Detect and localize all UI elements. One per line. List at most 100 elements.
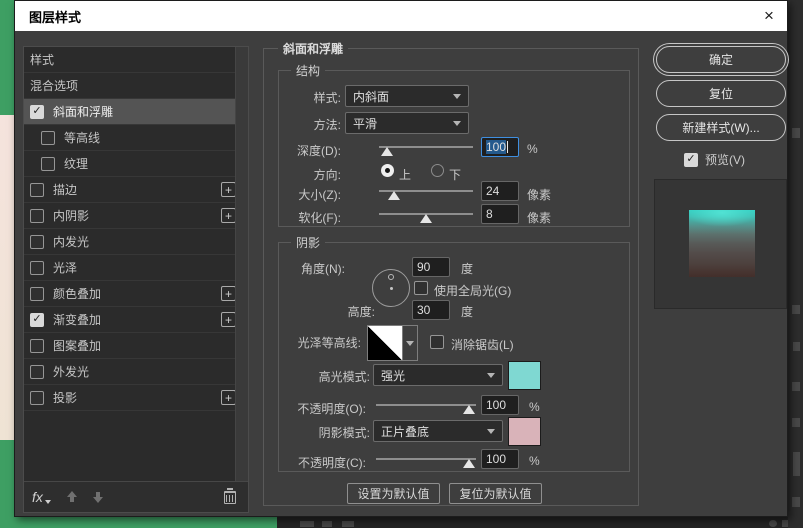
global-light-checkbox[interactable] — [414, 281, 428, 295]
antialias-checkbox[interactable] — [430, 335, 444, 349]
sidebar-footer: fx — [24, 481, 248, 512]
method-dropdown[interactable]: 平滑 — [345, 112, 469, 134]
slider-thumb[interactable] — [381, 147, 394, 156]
size-label: 大小(Z): — [298, 188, 341, 202]
slider-track[interactable] — [376, 458, 476, 460]
checkbox-unchecked-icon[interactable] — [30, 260, 44, 275]
sidebar-item-gradient-overlay[interactable]: 渐变叠加 — [24, 307, 248, 333]
opacity-o-slider[interactable] — [376, 398, 476, 414]
soften-unit: 像素 — [527, 211, 552, 225]
add-effect-icon[interactable] — [221, 312, 236, 327]
sidebar-item-outer-glow[interactable]: 外发光 — [24, 359, 248, 385]
soften-input[interactable]: 8 — [481, 204, 519, 224]
direction-down-radio[interactable] — [431, 164, 444, 177]
sidebar-item-label: 混合选项 — [30, 79, 79, 93]
checkbox-unchecked-icon[interactable] — [30, 390, 44, 405]
sidebar-item-inner-shadow[interactable]: 内阴影 — [24, 203, 248, 229]
opacity-o-unit: % — [529, 400, 540, 414]
add-effect-icon[interactable] — [221, 182, 236, 197]
checkbox-unchecked-icon[interactable] — [30, 182, 44, 197]
reset-default-button[interactable]: 复位为默认值 — [449, 483, 542, 504]
opacity-c-slider[interactable] — [376, 452, 476, 468]
preview-checkbox[interactable] — [684, 152, 698, 167]
sidebar-item-label: 描边 — [53, 183, 78, 197]
set-default-button[interactable]: 设置为默认值 — [347, 483, 440, 504]
sidebar-item-bevel-emboss[interactable]: 斜面和浮雕 — [24, 99, 248, 125]
shadow-mode-dropdown[interactable]: 正片叠底 — [373, 420, 503, 442]
size-input[interactable]: 24 — [481, 181, 519, 201]
sidebar-item-color-overlay[interactable]: 颜色叠加 — [24, 281, 248, 307]
shadow-color-swatch[interactable] — [508, 417, 541, 446]
fx-menu-button[interactable]: fx — [32, 489, 51, 505]
altitude-input[interactable]: 30 — [412, 300, 450, 320]
slider-thumb[interactable] — [388, 191, 401, 200]
checkbox-unchecked-icon[interactable] — [30, 364, 44, 379]
checkbox-unchecked-icon[interactable] — [41, 156, 55, 171]
slider-track[interactable] — [376, 404, 476, 406]
angle-unit: 度 — [461, 262, 474, 276]
checkbox-checked-icon[interactable] — [30, 104, 44, 119]
angle-dial[interactable] — [372, 269, 410, 307]
move-effect-up-icon[interactable] — [66, 491, 77, 503]
checkbox-unchecked-icon[interactable] — [30, 286, 44, 301]
sidebar-item-label: 等高线 — [64, 131, 101, 145]
sidebar-item-stroke[interactable]: 描边 — [24, 177, 248, 203]
opacity-o-input[interactable]: 100 — [481, 395, 519, 415]
add-effect-icon[interactable] — [221, 286, 236, 301]
sidebar-item-inner-glow[interactable]: 内发光 — [24, 229, 248, 255]
opacity-c-input[interactable]: 100 — [481, 449, 519, 469]
angle-input-value: 90 — [417, 260, 431, 274]
sidebar-item-label: 渐变叠加 — [53, 313, 102, 327]
highlight-color-swatch[interactable] — [508, 361, 541, 390]
sidebar-item-label: 光泽 — [53, 261, 78, 275]
add-effect-icon[interactable] — [221, 208, 236, 223]
direction-up-label: 上 — [399, 168, 412, 182]
sidebar-item-pattern-overlay[interactable]: 图案叠加 — [24, 333, 248, 359]
sidebar-item-satin[interactable]: 光泽 — [24, 255, 248, 281]
checkbox-unchecked-icon[interactable] — [30, 208, 44, 223]
sidebar-item-label: 斜面和浮雕 — [53, 105, 114, 119]
checkbox-unchecked-icon[interactable] — [30, 234, 44, 249]
direction-up-radio[interactable] — [381, 164, 394, 177]
sidebar-item-blending-options[interactable]: 混合选项 — [24, 73, 248, 99]
panel-title: 斜面和浮雕 — [278, 40, 349, 57]
angle-input[interactable]: 90 — [412, 257, 450, 277]
soften-slider[interactable] — [379, 207, 473, 223]
depth-input-value: 100 — [486, 140, 507, 154]
sidebar-item-styles[interactable]: 样式 — [24, 47, 248, 73]
depth-label: 深度(D): — [297, 144, 341, 158]
ok-button[interactable]: 确定 — [656, 46, 786, 73]
depth-input[interactable]: 100 — [481, 137, 519, 157]
gloss-contour-thumbnail[interactable] — [367, 325, 403, 361]
sidebar-scrollbar[interactable] — [235, 47, 248, 482]
slider-thumb[interactable] — [463, 459, 475, 468]
checkbox-unchecked-icon[interactable] — [41, 130, 55, 145]
style-label: 样式: — [313, 91, 341, 105]
structure-legend: 结构 — [291, 62, 326, 79]
checkbox-checked-icon[interactable] — [30, 312, 44, 327]
opacity-o-value: 100 — [486, 398, 507, 412]
checkbox-unchecked-icon[interactable] — [30, 338, 44, 353]
size-slider[interactable] — [379, 184, 473, 200]
sidebar-item-contour[interactable]: 等高线 — [24, 125, 248, 151]
sidebar-item-label: 外发光 — [53, 365, 90, 379]
delete-effect-icon[interactable] — [224, 488, 236, 504]
panel-behind-dark — [788, 0, 803, 528]
sidebar-item-texture[interactable]: 纹理 — [24, 151, 248, 177]
add-effect-icon[interactable] — [221, 390, 236, 405]
slider-thumb[interactable] — [420, 214, 432, 223]
size-input-value: 24 — [486, 184, 500, 198]
new-style-button[interactable]: 新建样式(W)... — [656, 114, 786, 141]
reset-button[interactable]: 复位 — [656, 80, 786, 107]
slider-thumb[interactable] — [463, 405, 475, 414]
sidebar-item-drop-shadow[interactable]: 投影 — [24, 385, 248, 411]
move-effect-down-icon[interactable] — [92, 491, 103, 503]
size-unit: 像素 — [527, 188, 552, 202]
depth-slider[interactable] — [379, 140, 473, 156]
chevron-down-icon — [487, 372, 495, 378]
style-dropdown-value: 内斜面 — [353, 89, 390, 104]
close-icon[interactable]: × — [757, 4, 781, 28]
gloss-contour-dropdown[interactable] — [403, 325, 418, 361]
style-dropdown[interactable]: 内斜面 — [345, 85, 469, 107]
highlight-mode-dropdown[interactable]: 强光 — [373, 364, 503, 386]
